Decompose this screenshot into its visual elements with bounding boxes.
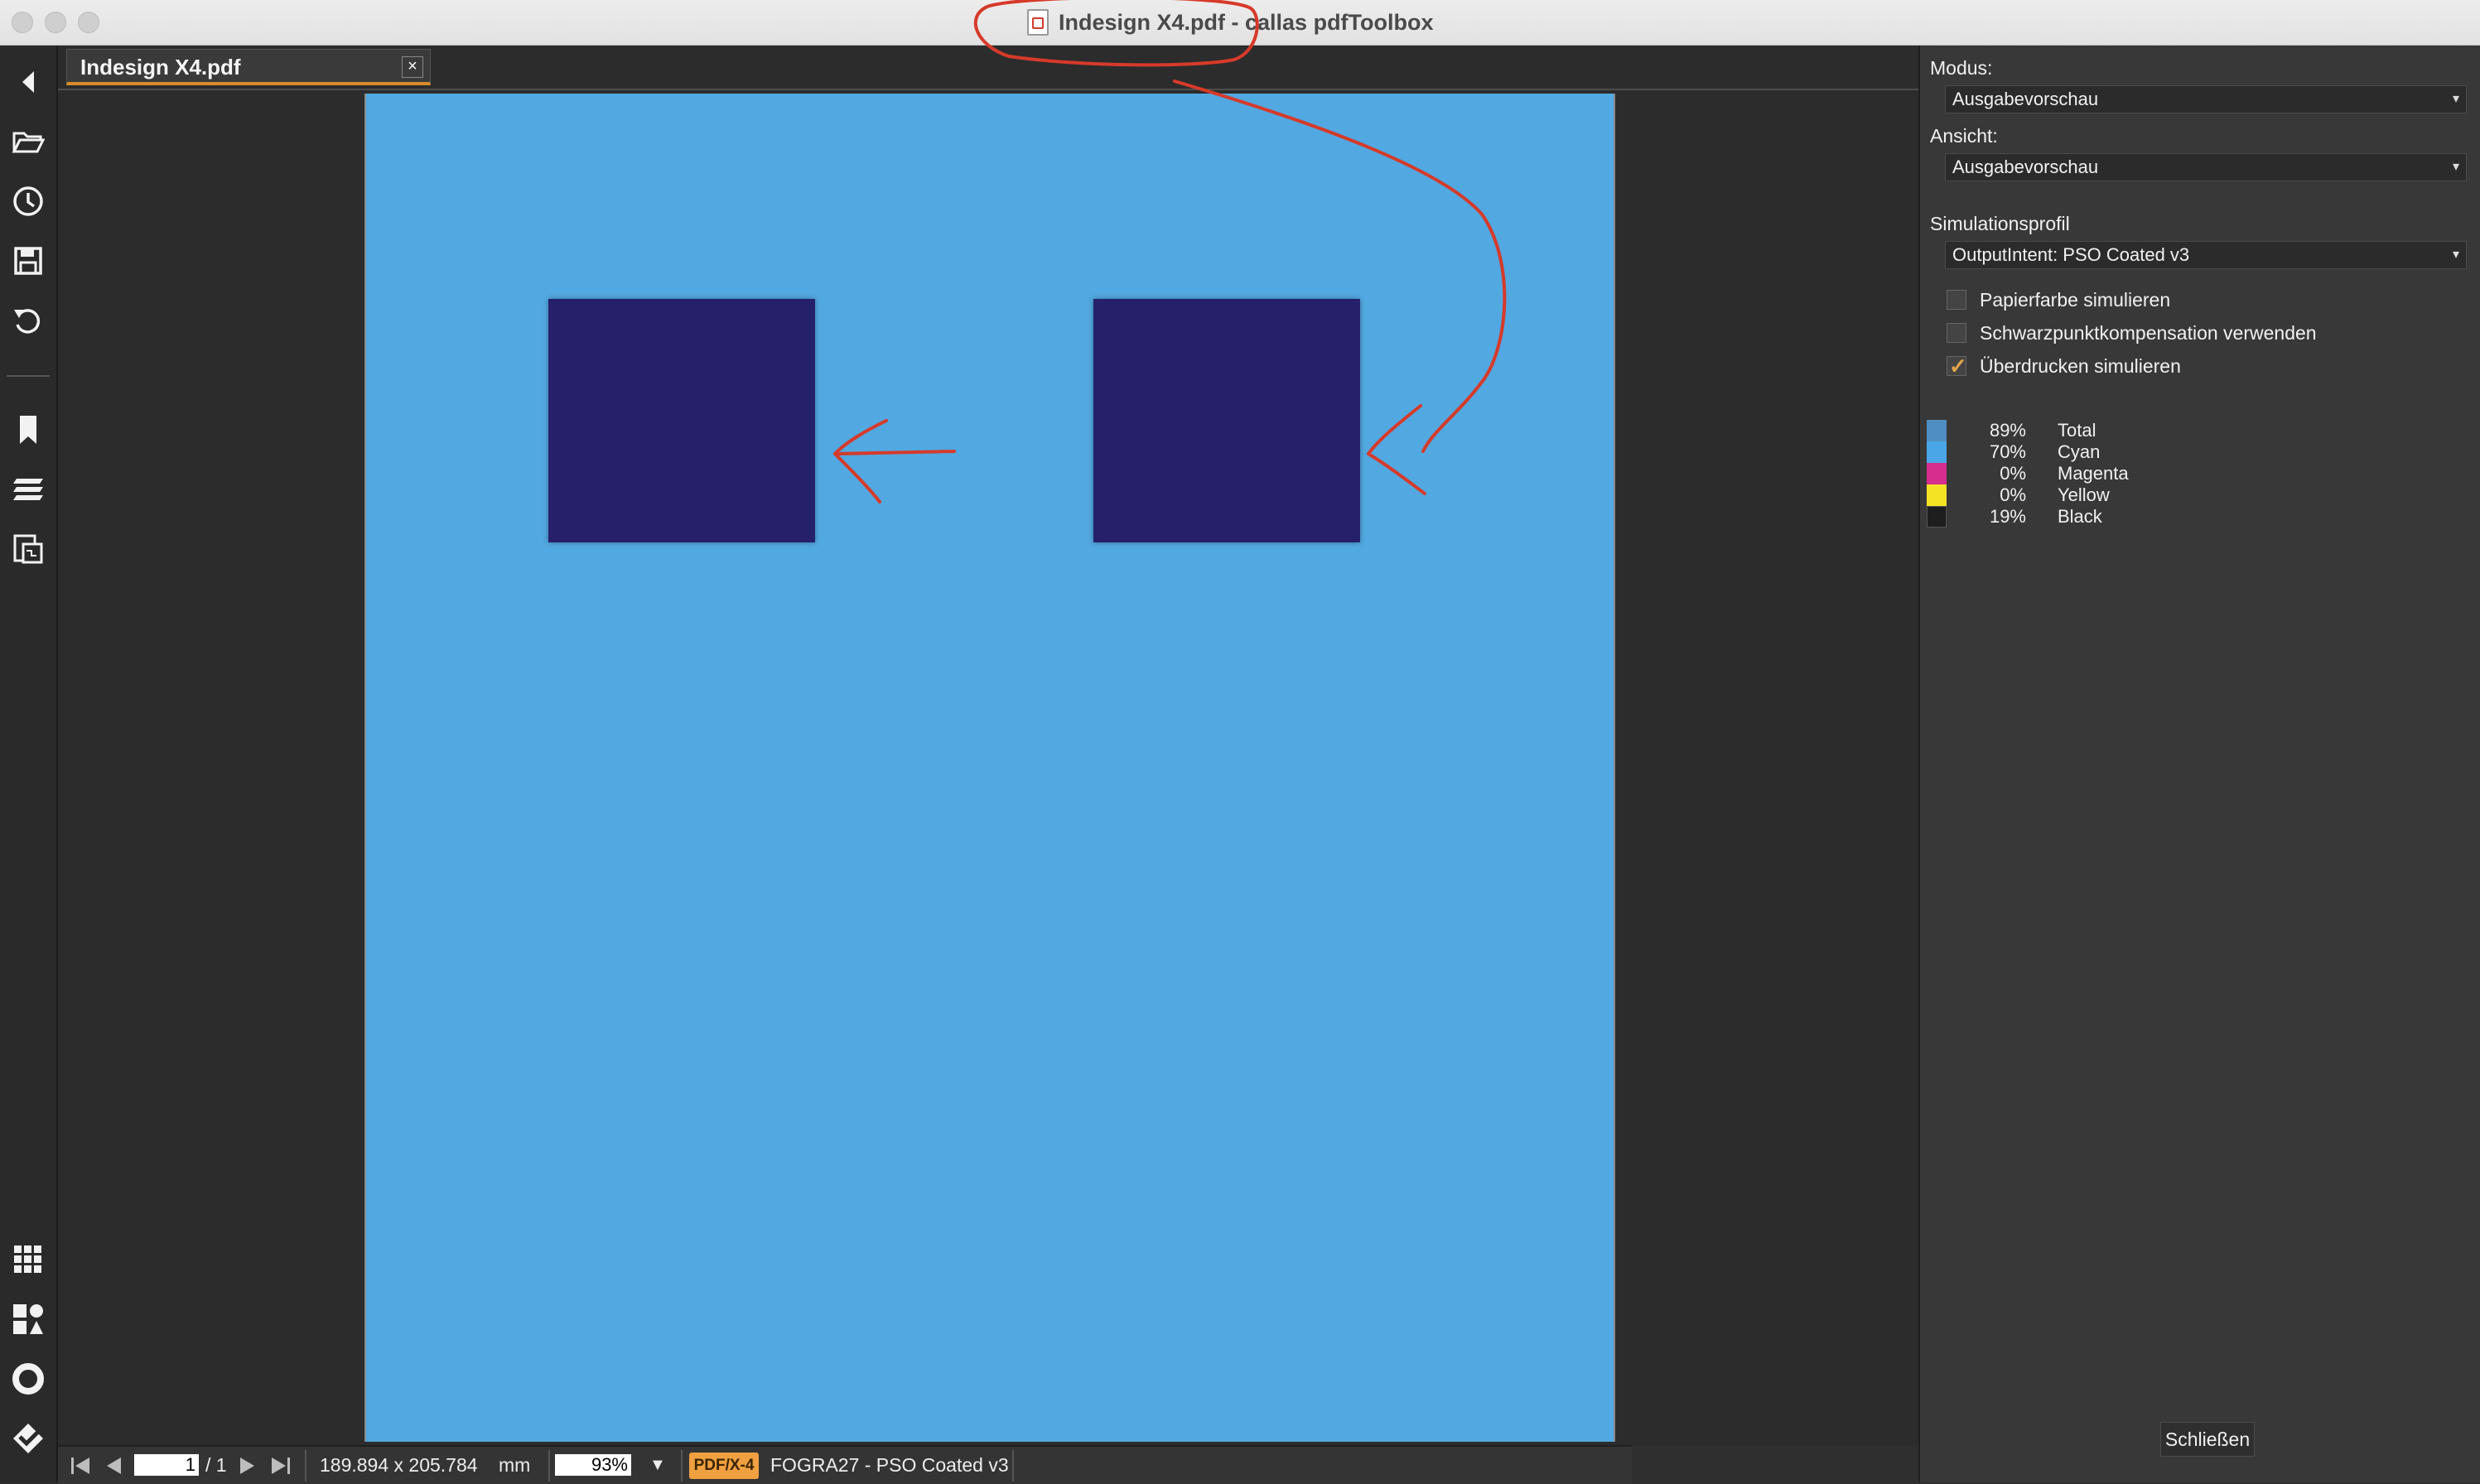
ueberdrucken-checkbox[interactable] xyxy=(1947,354,1967,379)
grid-icon[interactable] xyxy=(8,1240,48,1279)
ink-percent: 0% xyxy=(2000,463,2026,484)
checkbox-label: Papierfarbe simulieren xyxy=(1980,288,2171,311)
ink-name: Total xyxy=(2058,420,2096,441)
tab-close-icon[interactable]: × xyxy=(402,56,423,78)
checkbox-row-schwarzpunkt[interactable]: Schwarzpunktkompensation verwenden xyxy=(1947,320,2317,345)
ansicht-label: Ansicht: xyxy=(1930,125,1998,147)
statusbar-divider xyxy=(681,1450,683,1482)
ink-row-total: 89% Total xyxy=(1927,420,2096,441)
chevron-down-icon: ▾ xyxy=(2452,92,2459,106)
checkbox-row-papierfarbe[interactable]: Papierfarbe simulieren xyxy=(1947,287,2170,312)
last-page-icon[interactable] xyxy=(270,1447,292,1484)
statusbar-divider xyxy=(1012,1450,1014,1482)
pdf-page-preview[interactable] xyxy=(364,94,1615,1442)
ink-percent: 19% xyxy=(1989,506,2026,527)
ink-name: Black xyxy=(2058,506,2102,527)
page-dimensions: 189.894 x 205.784 xyxy=(320,1454,478,1476)
first-page-icon[interactable] xyxy=(70,1447,91,1484)
folder-open-icon[interactable] xyxy=(8,122,48,161)
statusbar-divider xyxy=(305,1450,306,1482)
ansicht-value: Ausgabevorschau xyxy=(1952,157,2099,177)
ink-name: Yellow xyxy=(2058,484,2110,505)
clock-icon[interactable] xyxy=(8,181,48,221)
bookmark-icon[interactable] xyxy=(8,410,48,450)
ink-row-cyan: 70% Cyan xyxy=(1927,441,2100,463)
ink-percent: 70% xyxy=(1989,441,2026,462)
ink-swatch xyxy=(1927,463,1947,484)
pdf-file-icon xyxy=(1027,9,1049,36)
ink-row-yellow: 0% Yellow xyxy=(1927,484,2110,506)
next-page-icon[interactable] xyxy=(239,1447,257,1484)
ink-row-black: 19% Black xyxy=(1927,506,2102,528)
chevron-down-icon: ▾ xyxy=(2452,160,2459,174)
left-toolbar xyxy=(0,46,58,1482)
ink-percent: 0% xyxy=(2000,484,2026,505)
simulationsprofil-dropdown[interactable]: OutputIntent: PSO Coated v3 ▾ xyxy=(1945,241,2467,269)
collapse-arrow-icon[interactable] xyxy=(8,62,48,102)
page-number-input[interactable]: 1 xyxy=(134,1454,199,1476)
document-tabbar: Indesign X4.pdf × xyxy=(58,46,1918,90)
ink-swatch xyxy=(1927,420,1947,441)
zoom-window-button[interactable] xyxy=(78,12,99,33)
ink-swatch xyxy=(1927,484,1947,506)
tools-icon[interactable] xyxy=(8,1299,48,1339)
document-area: Indesign X4.pdf × xyxy=(58,46,1918,1445)
zoom-input[interactable]: 93% xyxy=(555,1454,631,1476)
page-total: / 1 xyxy=(205,1454,227,1476)
undo-icon[interactable] xyxy=(8,301,48,340)
ink-name: Magenta xyxy=(2058,463,2129,484)
ink-name: Cyan xyxy=(2058,441,2101,462)
minimize-window-button[interactable] xyxy=(45,12,66,33)
close-window-button[interactable] xyxy=(12,12,33,33)
document-tab[interactable]: Indesign X4.pdf × xyxy=(66,49,431,85)
ink-percent: 89% xyxy=(1989,420,2026,441)
pdfx-badge: PDF/X-4 xyxy=(689,1453,759,1479)
output-intent-label: FOGRA27 - PSO Coated v3 xyxy=(770,1454,1009,1476)
layers-icon[interactable] xyxy=(8,470,48,509)
statusbar-divider xyxy=(548,1450,550,1482)
ink-swatch xyxy=(1927,441,1947,463)
modus-value: Ausgabevorschau xyxy=(1952,89,2099,109)
previous-page-icon[interactable] xyxy=(104,1447,123,1484)
window-title: Indesign X4.pdf - callas pdfToolbox xyxy=(1027,0,1434,45)
simulationsprofil-value: OutputIntent: PSO Coated v3 xyxy=(1952,244,2190,265)
document-tab-label: Indesign X4.pdf xyxy=(80,55,241,80)
dark-blue-square-left xyxy=(548,299,815,542)
dark-blue-square-right xyxy=(1093,299,1360,542)
checkbox-row-ueberdrucken[interactable]: Überdrucken simulieren xyxy=(1947,354,2181,379)
checkbox-label: Schwarzpunktkompensation verwenden xyxy=(1980,321,2317,344)
save-icon[interactable] xyxy=(8,241,48,281)
toolbar-divider xyxy=(7,375,50,377)
zoom-dropdown-icon[interactable]: ▼ xyxy=(649,1447,666,1484)
output-preview-panel: Modus: Ausgabevorschau ▾ Ansicht: Ausgab… xyxy=(1918,46,2480,1482)
pages-icon[interactable] xyxy=(8,529,48,569)
window-title-text: Indesign X4.pdf - callas pdfToolbox xyxy=(1059,9,1434,35)
ink-swatch xyxy=(1927,506,1947,528)
check-diamond-icon[interactable] xyxy=(8,1419,48,1458)
chevron-down-icon: ▾ xyxy=(2452,248,2459,262)
checkbox-label: Überdrucken simulieren xyxy=(1980,354,2181,377)
schwarzpunkt-checkbox[interactable] xyxy=(1947,323,1966,343)
papierfarbe-checkbox[interactable] xyxy=(1947,290,1966,310)
ink-row-magenta: 0% Magenta xyxy=(1927,463,2129,484)
status-bar: 1 / 1 189.894 x 205.784 mm 93% ▼ PDF/X-4… xyxy=(58,1445,1632,1484)
modus-label: Modus: xyxy=(1930,57,1993,79)
simulationsprofil-label: Simulationsprofil xyxy=(1930,213,2070,234)
window-titlebar: Indesign X4.pdf - callas pdfToolbox xyxy=(0,0,2480,46)
dimension-unit: mm xyxy=(499,1454,531,1476)
modus-dropdown[interactable]: Ausgabevorschau ▾ xyxy=(1945,85,2467,113)
schliessen-button[interactable]: Schließen xyxy=(2160,1422,2255,1457)
circle-icon[interactable] xyxy=(8,1359,48,1399)
ansicht-dropdown[interactable]: Ausgabevorschau ▾ xyxy=(1945,153,2467,181)
